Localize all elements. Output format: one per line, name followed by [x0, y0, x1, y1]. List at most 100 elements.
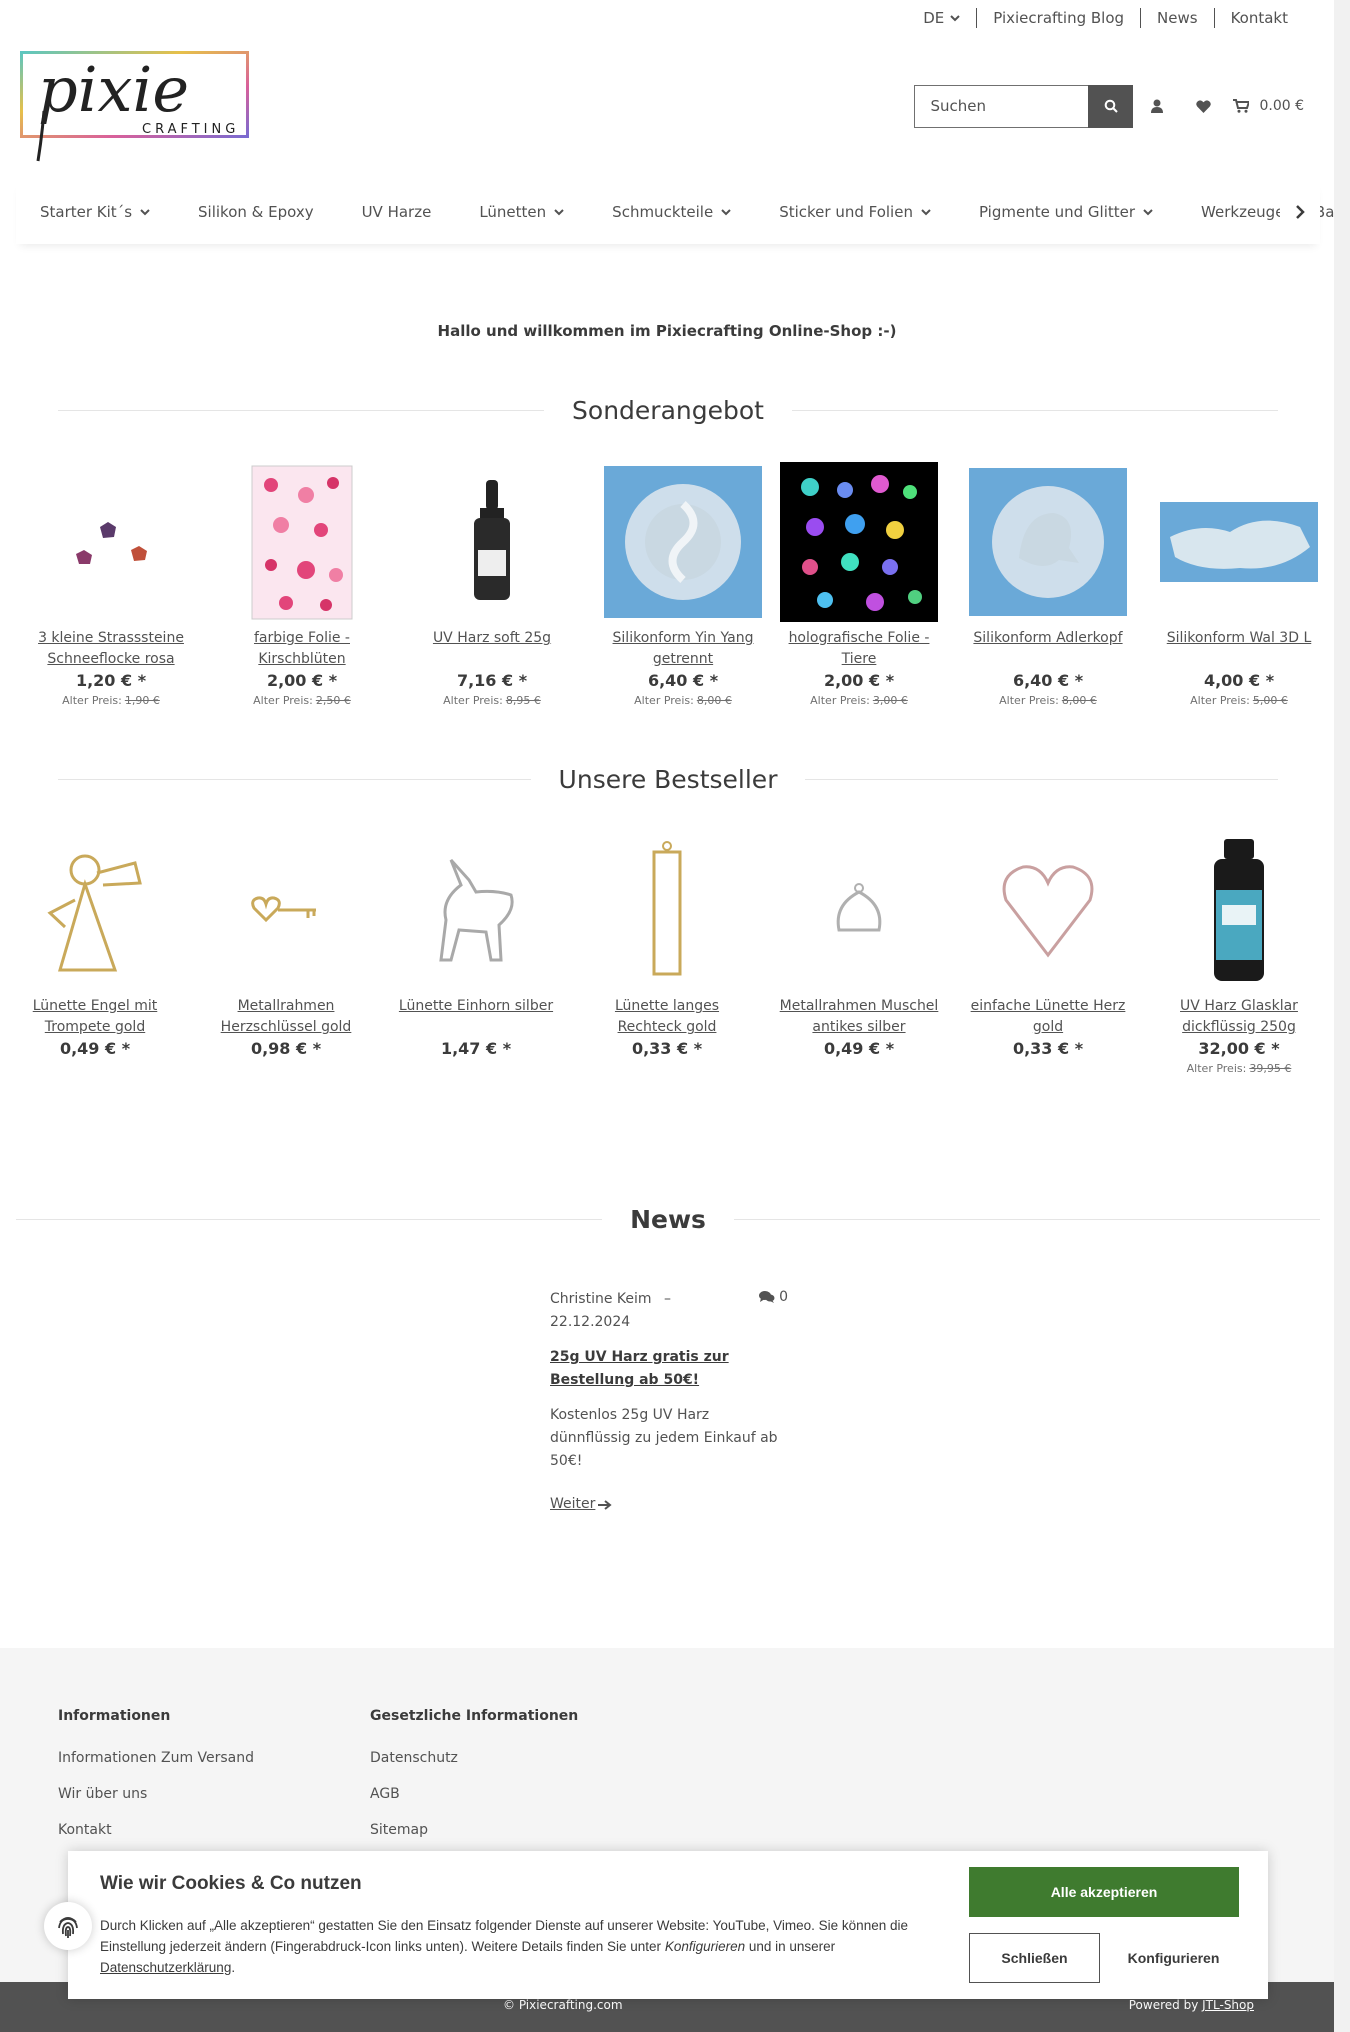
old-price-value: 3,00 €: [872, 694, 908, 707]
powered-prefix: Powered by: [1128, 1998, 1199, 2012]
chevron-down-icon: [721, 209, 731, 216]
bestseller-slider: Lünette Engel mit Trompete gold 0,49 € *…: [16, 830, 1320, 1090]
footer-link[interactable]: AGB: [370, 1776, 578, 1812]
news-more-label: Weiter: [550, 1496, 596, 1512]
search-form: [914, 84, 1134, 128]
old-price-value: 2,50 €: [315, 694, 351, 707]
search-input[interactable]: [914, 84, 1089, 128]
footer-col-title: Gesetzliche Informationen: [370, 1708, 579, 1724]
privacy-policy-link[interactable]: Datenschutzerklärung: [100, 1960, 231, 1975]
language-selector[interactable]: DE: [907, 8, 976, 28]
product-card[interactable]: Lünette langes Rechteck gold 0,33 € *: [588, 830, 746, 1060]
wishlist-button[interactable]: [1181, 84, 1225, 128]
product-card[interactable]: 3 kleine Strasssteine Schneeflocke rosa …: [32, 462, 190, 707]
accept-all-button[interactable]: Alle akzeptieren: [969, 1867, 1239, 1917]
top-bar: DE Pixiecrafting Blog News Kontakt: [907, 6, 1304, 30]
news-date: 22.12.2024: [550, 1314, 631, 1330]
arrow-right-icon: [598, 1499, 612, 1510]
footer-link[interactable]: Datenschutz: [370, 1740, 578, 1776]
product-name: farbige Folie - Kirschblüten: [253, 630, 350, 667]
product-image: [207, 830, 365, 990]
product-price: 0,33 € *: [631, 1039, 703, 1058]
product-image: [1160, 462, 1318, 622]
product-name: Silikonform Wal 3D L: [1166, 630, 1312, 646]
nav-item-pigmente-glitter[interactable]: Pigmente und Glitter: [955, 180, 1177, 244]
configure-button[interactable]: Konfigurieren: [1108, 1933, 1239, 1983]
nav-scroll-right[interactable]: [1280, 180, 1320, 244]
product-image: [969, 462, 1127, 622]
chevron-down-icon: [1143, 209, 1153, 216]
news-more-link[interactable]: Weiter: [550, 1493, 788, 1516]
cookie-banner: Wie wir Cookies & Co nutzen Durch Klicke…: [68, 1851, 1268, 1999]
nav-item-werkzeuge[interactable]: Werkzeuge für Bastler: [1177, 180, 1350, 244]
chevron-down-icon: [554, 209, 564, 216]
footer-link[interactable]: Informationen Zum Versand: [58, 1740, 254, 1776]
product-old-price: Alter Preis: 3,00 €: [779, 694, 939, 707]
product-card[interactable]: Lünette Einhorn silber 1,47 € *: [397, 830, 555, 1060]
page: DE Pixiecrafting Blog News Kontakt pixie…: [0, 0, 1350, 2032]
scrollbar[interactable]: [1334, 0, 1350, 2032]
nav-item-uv-harze[interactable]: UV Harze: [338, 180, 456, 244]
nav-item-sticker-folien[interactable]: Sticker und Folien: [755, 180, 955, 244]
product-name: UV Harz soft 25g: [432, 630, 552, 646]
account-button[interactable]: [1135, 84, 1179, 128]
nav-label: Schmuckteile: [612, 203, 714, 221]
cart-total: 0.00 €: [1259, 98, 1304, 114]
nav-item-silikon-epoxy[interactable]: Silikon & Epoxy: [174, 180, 338, 244]
logo[interactable]: pixie CRAFTING: [20, 51, 249, 164]
language-label: DE: [923, 9, 945, 27]
news-link[interactable]: News: [1140, 8, 1214, 28]
footer-link[interactable]: Sitemap: [370, 1812, 578, 1848]
news-card: Christine Keim – 22.12.2024 0 25g UV Har…: [550, 1288, 788, 1516]
footer-col-info: Informationen Informationen Zum Versand …: [58, 1708, 254, 1848]
powered-link[interactable]: JTL-Shop: [1202, 1998, 1254, 2012]
old-price-label: Alter Preis:: [1186, 1062, 1247, 1075]
old-price-label: Alter Preis:: [443, 694, 503, 707]
product-card[interactable]: Silikonform Wal 3D L 4,00 € * Alter Prei…: [1160, 462, 1318, 707]
product-old-price: Alter Preis: 8,00 €: [969, 694, 1127, 707]
news-comments[interactable]: 0: [759, 1288, 788, 1334]
copyright: © Pixiecrafting.com: [503, 1998, 623, 2012]
cookie-text-config: Konfigurieren: [664, 1939, 746, 1954]
news-text: Kostenlos 25g UV Harz dünnflüssig zu jed…: [550, 1407, 778, 1469]
nav-item-schmuckteile[interactable]: Schmuckteile: [588, 180, 755, 244]
product-card[interactable]: UV Harz soft 25g 7,16 € * Alter Preis: 8,…: [413, 462, 571, 707]
footer-link[interactable]: Kontakt: [58, 1812, 254, 1848]
nav-item-luenetten[interactable]: Lünetten: [455, 180, 588, 244]
product-card[interactable]: Metallrahmen Herzschlüssel gold 0,98 € *: [207, 830, 365, 1060]
old-price-label: Alter Preis:: [634, 694, 694, 707]
product-card[interactable]: Silikonform Adlerkopf 6,40 € * Alter Pre…: [969, 462, 1127, 707]
product-card[interactable]: Lünette Engel mit Trompete gold 0,49 € *: [16, 830, 174, 1060]
product-card[interactable]: einfache Lünette Herz gold 0,33 € *: [969, 830, 1127, 1060]
search-button[interactable]: [1088, 84, 1134, 128]
product-card[interactable]: Silikonform Yin Yang getrennt 6,40 € * A…: [604, 462, 762, 707]
cookie-settings-button[interactable]: [44, 1902, 92, 1950]
product-image: [779, 830, 939, 990]
old-price-value: 8,00 €: [1061, 694, 1097, 707]
divider: [733, 1218, 1321, 1220]
welcome-text: Hallo und willkommen im Pixiecrafting On…: [437, 322, 897, 340]
old-price-value: 8,00 €: [696, 694, 732, 707]
footer-link[interactable]: Wir über uns: [58, 1776, 254, 1812]
specials-title: Sonderangebot: [572, 395, 764, 425]
cart-button[interactable]: 0.00 €: [1233, 98, 1304, 114]
old-price-label: Alter Preis:: [62, 694, 122, 707]
news-headline[interactable]: 25g UV Harz gratis zur Bestellung ab 50€…: [550, 1346, 788, 1392]
chevron-down-icon: [921, 209, 931, 216]
product-name: Silikonform Yin Yang getrennt: [612, 630, 754, 667]
product-card[interactable]: farbige Folie - Kirschblüten 2,00 € * Al…: [223, 462, 381, 707]
divider: [791, 409, 1279, 411]
product-card[interactable]: Metallrahmen Muschel antikes silber 0,49…: [779, 830, 939, 1060]
old-price-label: Alter Preis:: [253, 694, 313, 707]
cookie-text-end: .: [231, 1960, 236, 1975]
product-card[interactable]: UV Harz Glasklar dickflüssig 250g 32,00 …: [1160, 830, 1318, 1075]
product-name: Silikonform Adlerkopf: [973, 630, 1123, 646]
product-old-price: Alter Preis: 39,95 €: [1160, 1062, 1318, 1075]
close-button[interactable]: Schließen: [969, 1933, 1100, 1983]
old-price-value: 39,95 €: [1249, 1062, 1292, 1075]
product-card[interactable]: holografische Folie - Tiere 2,00 € * Alt…: [779, 462, 939, 707]
blog-link[interactable]: Pixiecrafting Blog: [976, 8, 1140, 28]
product-price: 6,40 € *: [647, 671, 719, 690]
contact-link[interactable]: Kontakt: [1213, 8, 1304, 28]
nav-item-starter-kits[interactable]: Starter Kit´s: [16, 180, 174, 244]
